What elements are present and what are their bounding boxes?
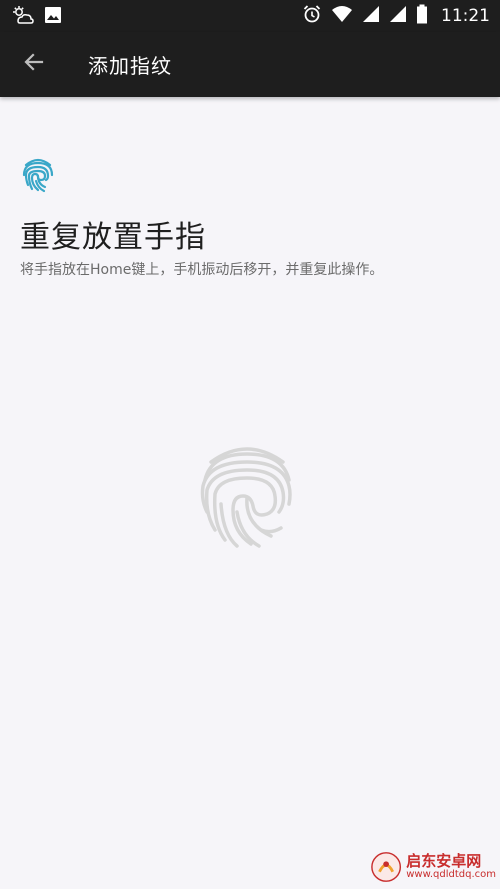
status-bar: 11:21: [0, 0, 500, 32]
watermark-logo: 启东安卓网 www.qdldtdq.com: [370, 848, 496, 886]
wifi-icon: [331, 5, 353, 27]
instruction-text: 将手指放在Home键上，手机振动后移开，并重复此操作。: [20, 262, 384, 278]
app-toolbar: 添加指纹: [0, 32, 500, 97]
image-icon: [44, 6, 62, 28]
alarm-icon: [302, 4, 322, 28]
status-time: 11:21: [441, 6, 490, 26]
back-button[interactable]: [14, 44, 54, 84]
fingerprint-sensor-icon: [197, 440, 297, 550]
watermark-logo-icon: [371, 852, 402, 882]
battery-icon: [416, 4, 428, 28]
signal-icon: [389, 5, 407, 27]
screen: 11:21 添加指纹 重复放置手指 将手指放在Home键上，手机振动后移开，并重…: [0, 0, 500, 889]
watermark-url: www.qdldtdq.com: [406, 868, 496, 880]
arrow-left-icon: [22, 50, 46, 78]
page-title: 添加指纹: [88, 54, 172, 78]
status-left-icons: [12, 5, 62, 29]
weather-icon: [12, 5, 34, 29]
fingerprint-icon: [20, 155, 56, 195]
signal-icon: [362, 5, 380, 27]
watermark-text: 启东安卓网 www.qdldtdq.com: [402, 851, 496, 881]
status-right-icons: 11:21: [302, 4, 490, 28]
heading: 重复放置手指: [20, 220, 206, 255]
watermark-name: 启东安卓网: [406, 851, 482, 870]
